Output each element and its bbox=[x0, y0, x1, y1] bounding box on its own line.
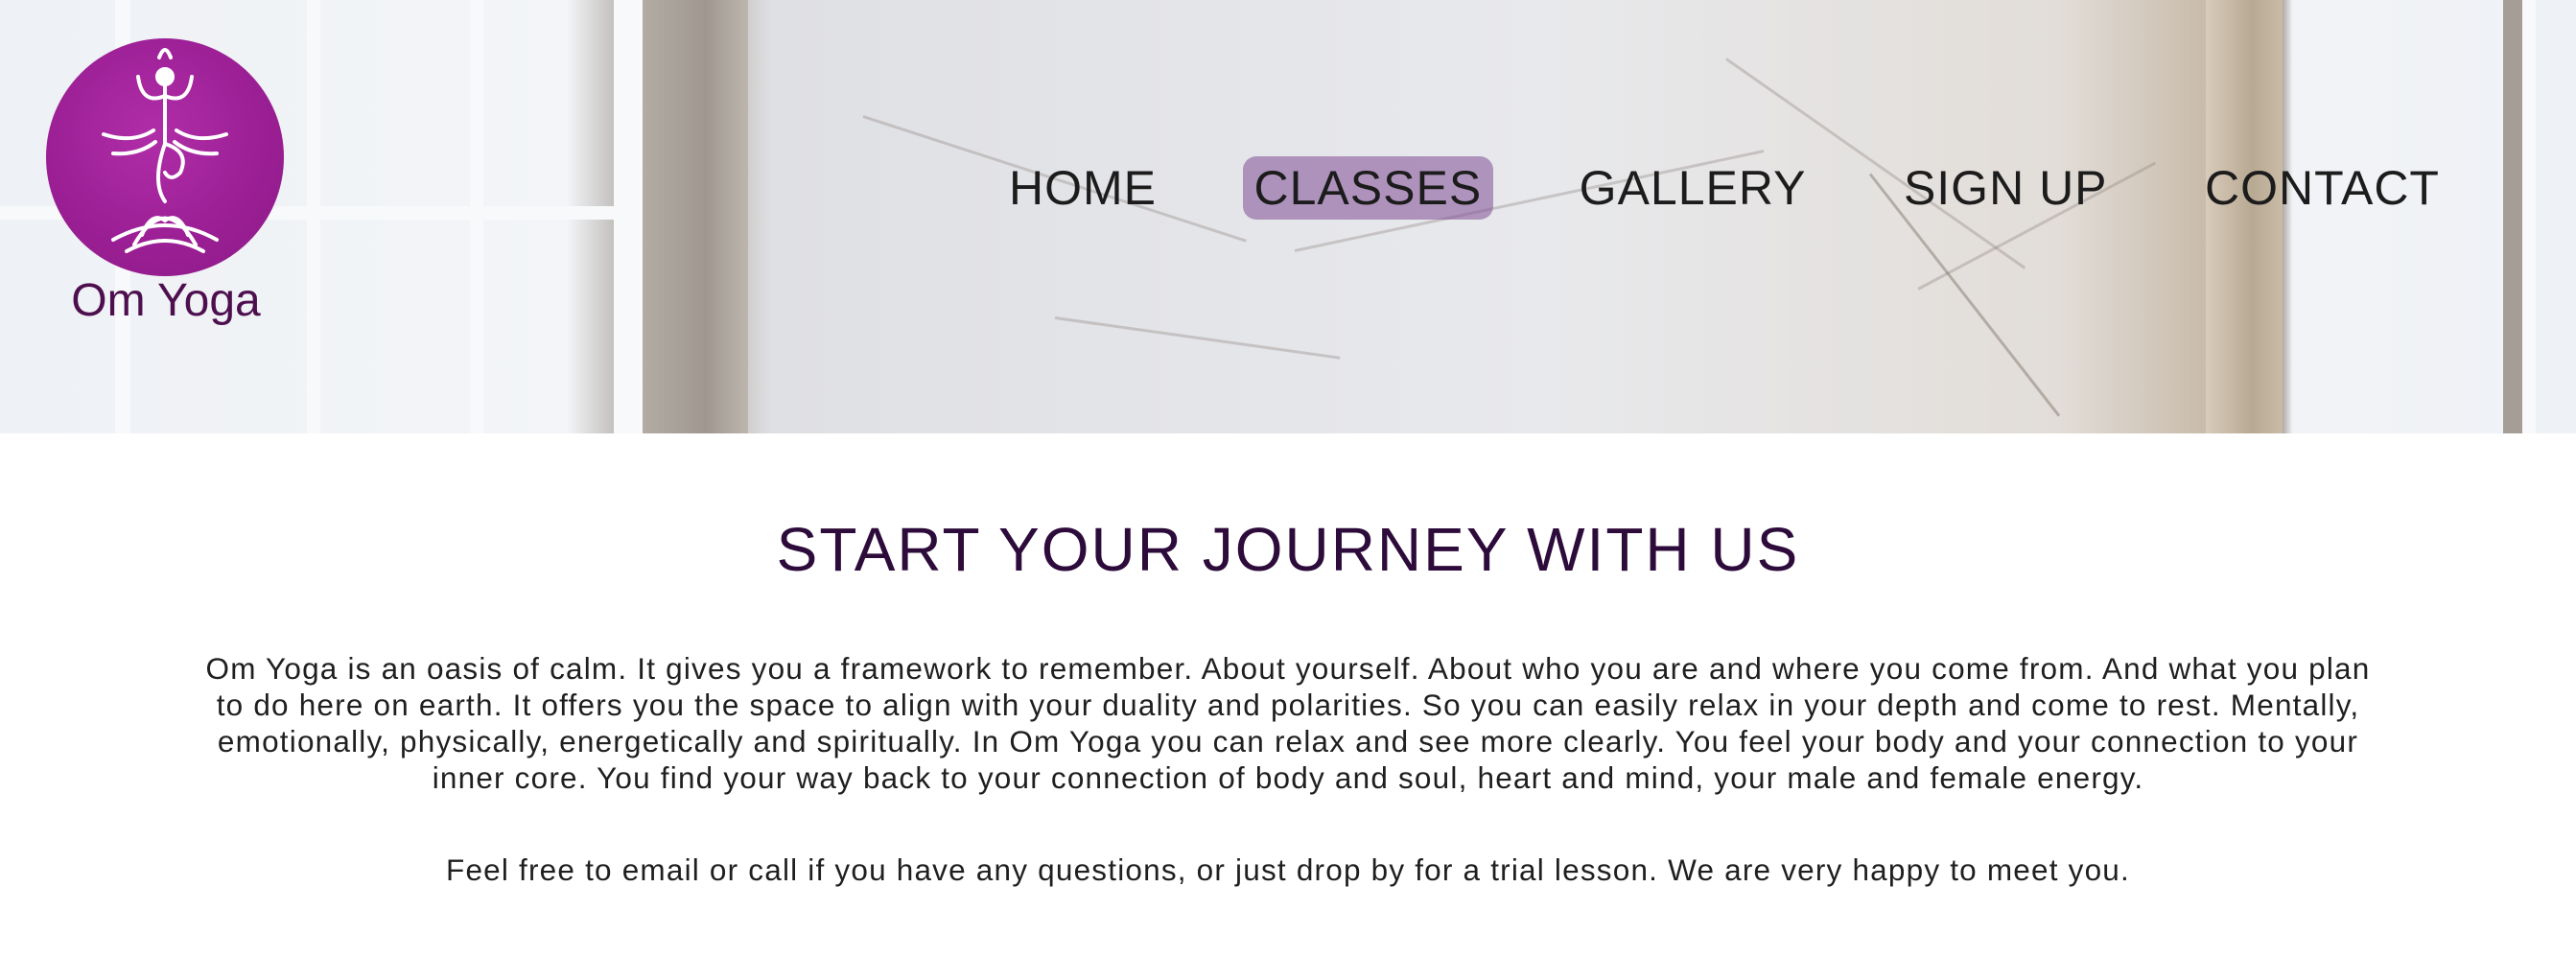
logo-circle bbox=[46, 38, 284, 276]
intro-paragraph: Om Yoga is an oasis of calm. It gives yo… bbox=[205, 651, 2371, 795]
hero-banner: Om Yoga HOME CLASSES GALLERY SIGN UP CON… bbox=[0, 0, 2576, 433]
concrete-pillar bbox=[2503, 0, 2522, 433]
concrete-pillar bbox=[643, 0, 748, 433]
nav-contact[interactable]: CONTACT bbox=[2193, 156, 2451, 220]
page-heading: START YOUR JOURNEY WITH US bbox=[776, 515, 1800, 584]
brand-name: Om Yoga bbox=[71, 275, 261, 326]
main-nav: HOME CLASSES GALLERY SIGN UP CONTACT bbox=[997, 156, 2451, 220]
marble-vein bbox=[1054, 316, 1341, 360]
logo[interactable]: Om Yoga bbox=[46, 38, 286, 336]
nav-home[interactable]: HOME bbox=[997, 156, 1168, 220]
nav-gallery[interactable]: GALLERY bbox=[1568, 156, 1818, 220]
nav-sign-up[interactable]: SIGN UP bbox=[1892, 156, 2119, 220]
contact-paragraph: Feel free to email or call if you have a… bbox=[446, 852, 2130, 887]
yoga-lotus-icon bbox=[102, 48, 228, 253]
main-content: START YOUR JOURNEY WITH US Om Yoga is an… bbox=[0, 433, 2576, 888]
window-frame bbox=[2522, 0, 2536, 433]
nav-classes[interactable]: CLASSES bbox=[1242, 156, 1494, 220]
